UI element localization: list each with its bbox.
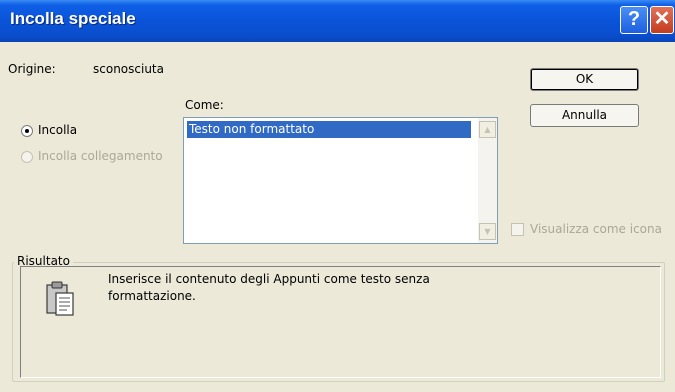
source-label: Origine:	[8, 62, 56, 76]
display-as-icon-label[interactable]: Visualizza come icona	[530, 222, 662, 236]
help-icon: ?	[627, 8, 641, 30]
result-description: Inserisce il contenuto degli Appunti com…	[108, 272, 430, 303]
scroll-down-arrow-icon[interactable]: ▼	[479, 223, 496, 240]
ok-button[interactable]: OK	[530, 68, 639, 91]
paste-special-dialog: Incolla speciale ? ✕ Origine: sconosciut…	[0, 0, 675, 392]
help-button[interactable]: ?	[620, 6, 648, 34]
list-scrollbar[interactable]: ▲ ▼	[478, 118, 497, 243]
paste-radio-label[interactable]: Incolla	[38, 123, 77, 137]
close-button[interactable]: ✕	[650, 6, 674, 34]
scroll-up-arrow-icon[interactable]: ▲	[479, 121, 496, 138]
cancel-button[interactable]: Annulla	[530, 104, 639, 127]
window-title: Incolla speciale	[10, 9, 136, 28]
as-listbox[interactable]: Testo non formattato ▲ ▼	[183, 117, 498, 244]
as-label: Come:	[185, 98, 224, 112]
title-bar[interactable]: Incolla speciale ? ✕	[0, 0, 675, 42]
paste-link-radio[interactable]	[21, 151, 33, 163]
source-value: sconosciuta	[93, 62, 164, 76]
paste-radio[interactable]	[21, 125, 33, 137]
display-as-icon-checkbox[interactable]	[511, 223, 524, 236]
clipboard-icon	[46, 281, 74, 316]
list-item[interactable]: Testo non formattato	[187, 121, 471, 138]
close-icon: ✕	[653, 8, 671, 30]
paste-link-radio-label[interactable]: Incolla collegamento	[38, 149, 163, 163]
